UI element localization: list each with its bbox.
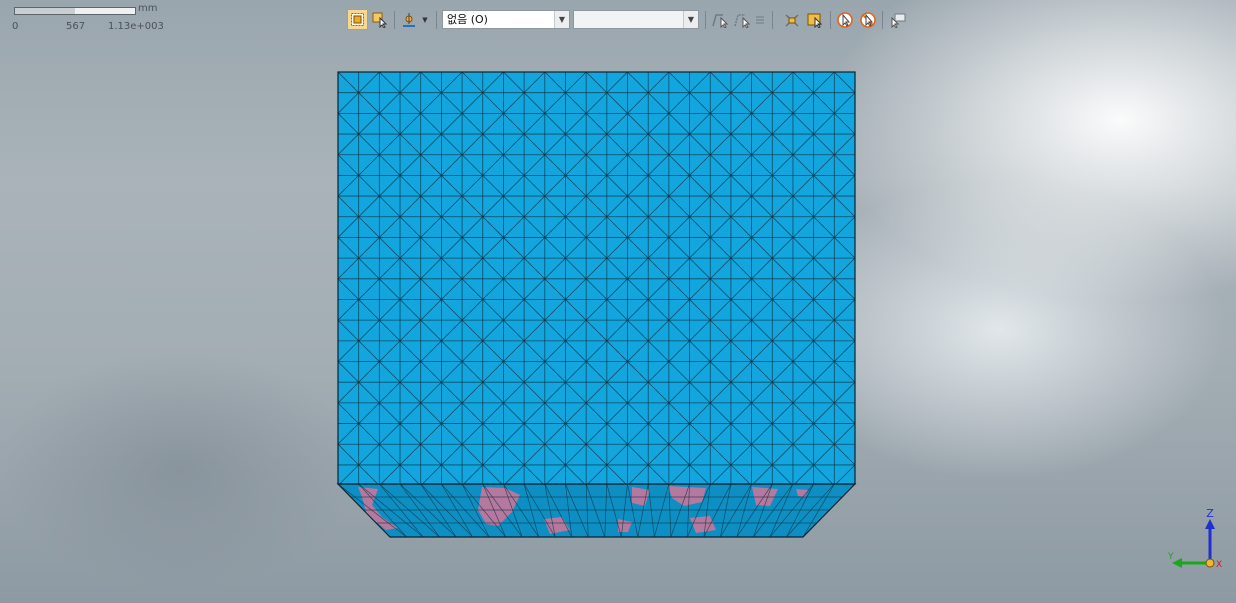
mesh-front-face (337, 71, 856, 485)
graphics-viewport[interactable]: Z Y X (0, 0, 1236, 603)
mesh-model (336, 71, 857, 538)
axis-y-label: Y (1167, 552, 1174, 562)
mesh-bottom-face (336, 483, 857, 538)
axis-z-label: Z (1206, 507, 1214, 520)
axis-x-label: X (1216, 560, 1222, 570)
axis-triad-icon: Z Y X (1167, 507, 1222, 570)
coordinate-triad: Z Y X (1160, 505, 1230, 575)
